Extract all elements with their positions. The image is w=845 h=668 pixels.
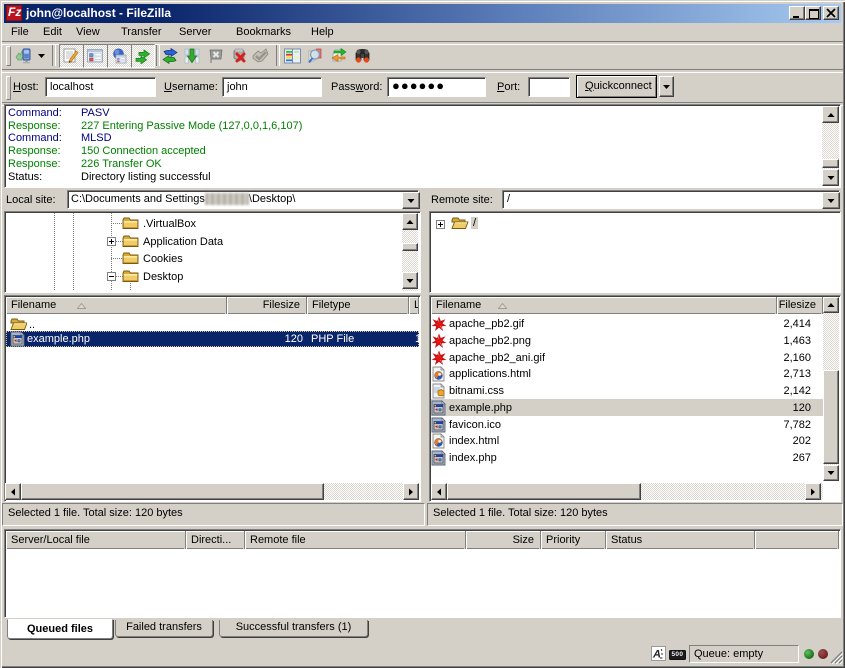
svg-text:A: A xyxy=(652,649,661,661)
